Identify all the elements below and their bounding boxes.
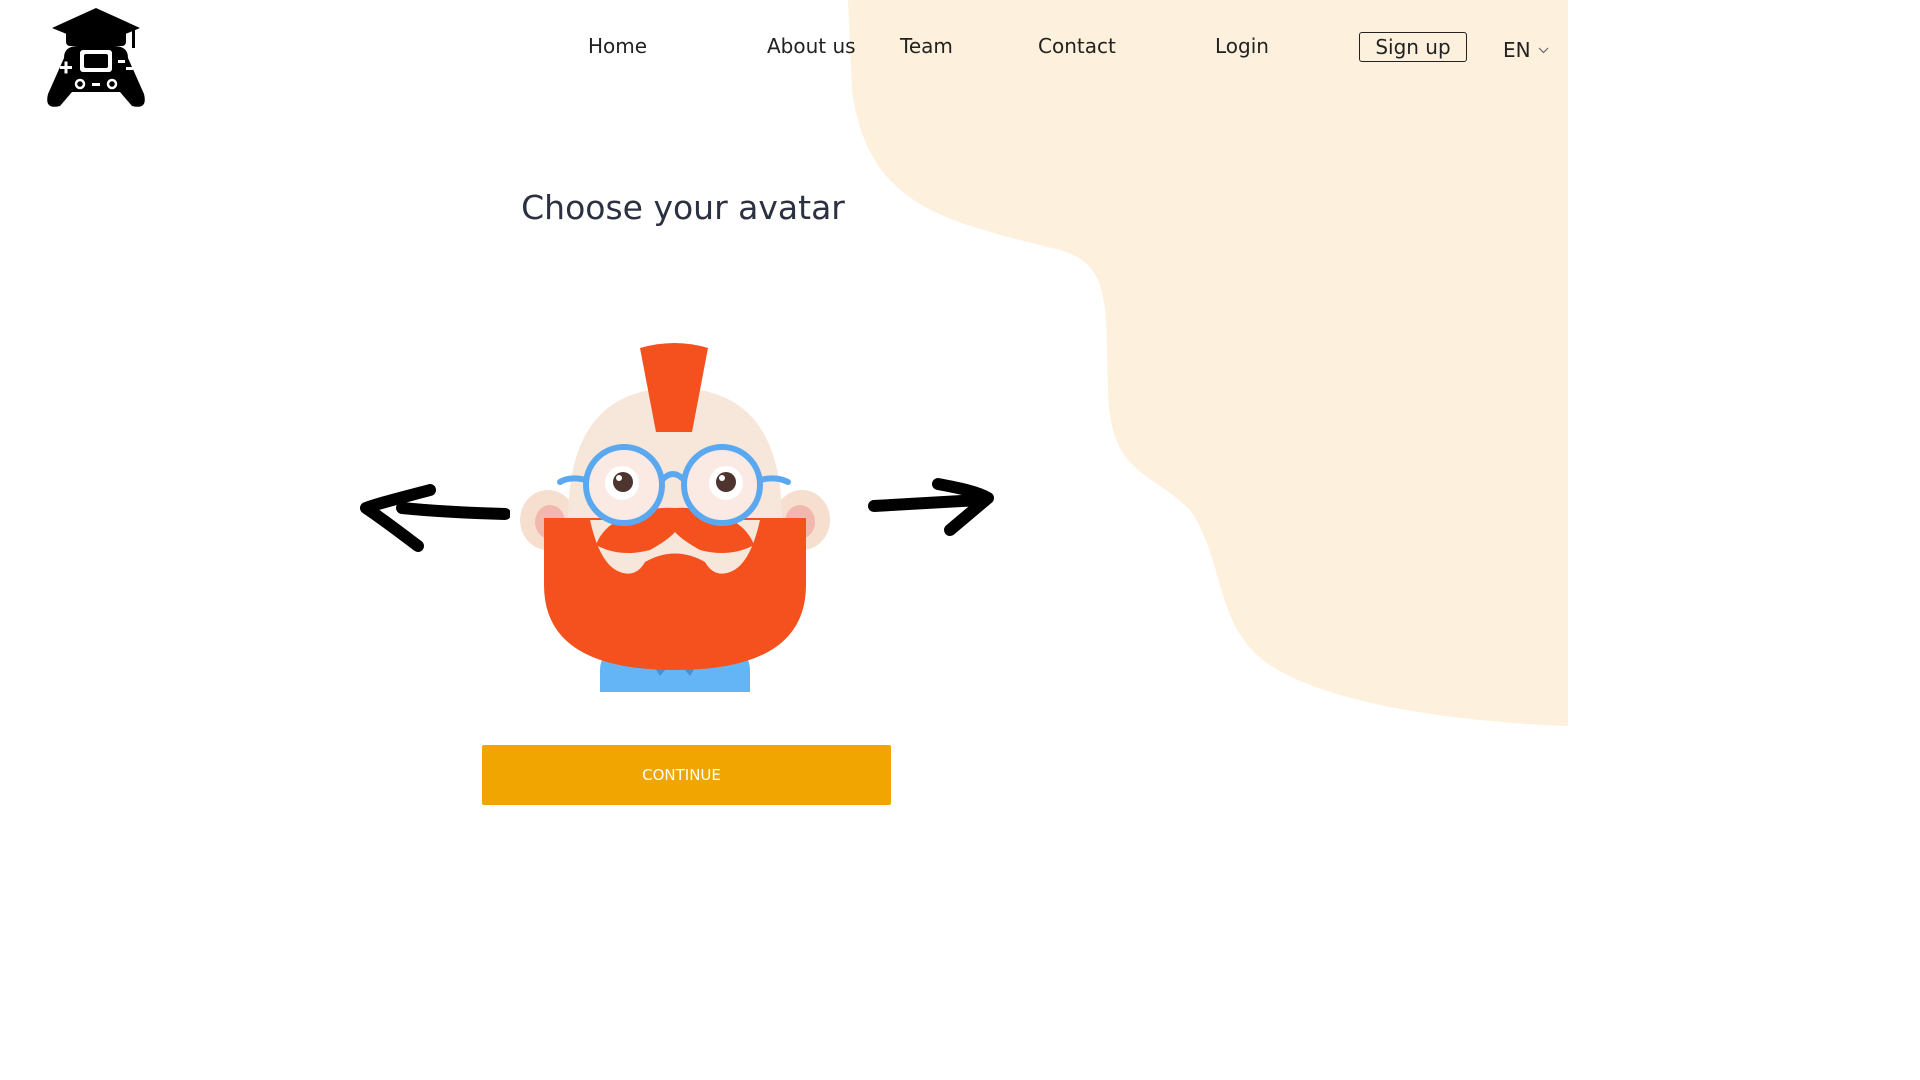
chevron-down-icon — [1538, 47, 1549, 53]
sign-up-button[interactable]: Sign up — [1359, 32, 1467, 62]
right-arrow-icon[interactable] — [868, 494, 986, 512]
left-arrow-icon[interactable] — [360, 484, 510, 554]
nav-about-us[interactable]: About us — [767, 34, 856, 58]
nav-contact[interactable]: Contact — [1038, 34, 1116, 58]
nav-home[interactable]: Home — [588, 34, 647, 58]
logo-icon[interactable] — [44, 6, 148, 110]
language-selector[interactable]: EN — [1503, 38, 1549, 62]
avatar-illustration — [520, 343, 830, 692]
nav-login[interactable]: Login — [1215, 34, 1269, 58]
language-label: EN — [1503, 38, 1531, 62]
continue-button[interactable]: CONTINUE — [482, 745, 891, 805]
page-title: Choose your avatar — [521, 188, 845, 227]
nav-team[interactable]: Team — [900, 34, 953, 58]
